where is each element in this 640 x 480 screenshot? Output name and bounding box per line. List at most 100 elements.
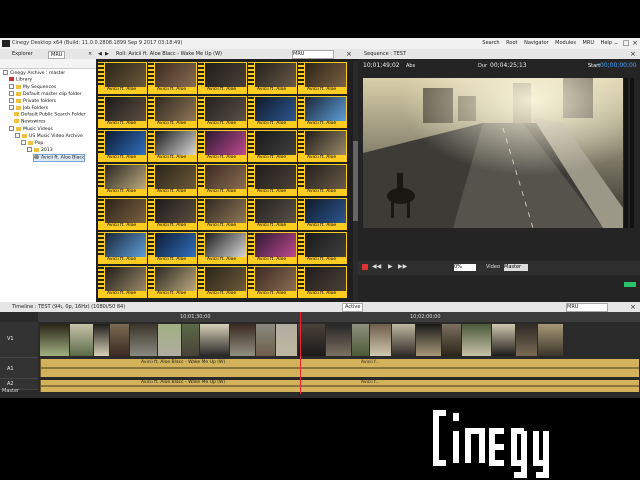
tree-node-pop[interactable]: Pop <box>21 140 43 146</box>
clip-thumbnail[interactable]: Avicii ft. Aloe <box>148 164 197 196</box>
clip-thumbnail[interactable]: Avicii ft. Aloe <box>98 164 147 196</box>
clip-thumbnail[interactable]: Avicii ft. Aloe <box>298 62 347 94</box>
back-icon[interactable]: ◀ <box>98 51 102 57</box>
clip-thumbnail[interactable]: Avicii ft. Aloe <box>148 130 197 162</box>
mark-out-icon[interactable]: ▶▶ <box>398 263 407 270</box>
tree-node-music-videos[interactable]: Music Videos <box>9 126 53 132</box>
video-clip[interactable] <box>416 324 441 356</box>
video-clip[interactable] <box>492 324 515 356</box>
tree-node-avicii-selected[interactable]: Avicii ft. Aloe Blacc <box>33 154 86 162</box>
close-icon[interactable]: × <box>630 50 636 58</box>
clip-thumbnail[interactable]: Avicii ft. Aloe <box>298 96 347 128</box>
video-clip[interactable] <box>70 324 93 356</box>
tree-node-private-folders[interactable]: Private folders <box>9 98 56 104</box>
menu-item-help[interactable]: Help <box>601 40 612 46</box>
menu-item-search[interactable]: Search <box>482 40 499 46</box>
audio-clip-a2[interactable]: Avicii ft. Aloe Blacc - Wake Me Up (W) A… <box>40 380 639 392</box>
clip-thumbnail[interactable]: Avicii ft. Aloe <box>248 96 297 128</box>
video-clip[interactable] <box>392 324 415 356</box>
video-clip[interactable] <box>200 324 229 356</box>
video-clip[interactable] <box>298 324 325 356</box>
video-clip[interactable] <box>94 324 109 356</box>
clip-thumbnail[interactable]: Avicii ft. Aloe <box>248 130 297 162</box>
clip-thumbnail[interactable]: Avicii ft. Aloe <box>248 164 297 196</box>
video-clip[interactable] <box>276 324 297 356</box>
video-clip[interactable] <box>326 324 351 356</box>
clip-thumbnail[interactable]: Avicii ft. Aloe <box>298 198 347 230</box>
bin-mru-dropdown[interactable]: MRU <box>292 50 334 59</box>
clip-thumbnail[interactable]: Avicii ft. Aloe <box>148 232 197 264</box>
video-clip[interactable] <box>40 324 69 356</box>
record-icon[interactable] <box>362 264 368 270</box>
tree-node-my-sequences[interactable]: My Sequences <box>9 84 56 90</box>
clip-thumbnail[interactable]: Avicii ft. Aloe <box>148 266 197 298</box>
clip-thumbnail[interactable]: Avicii ft. Aloe <box>98 96 147 128</box>
monitor-dropdown[interactable]: Master <box>504 264 528 271</box>
clip-thumbnail[interactable]: Avicii ft. Aloe <box>198 164 247 196</box>
clip-thumbnail[interactable]: Avicii ft. Aloe <box>248 62 297 94</box>
clip-thumbnail[interactable]: Avicii ft. Aloe <box>298 266 347 298</box>
clip-thumbnail[interactable]: Avicii ft. Aloe <box>248 198 297 230</box>
clip-thumbnail[interactable]: Avicii ft. Aloe <box>148 62 197 94</box>
clip-thumbnail[interactable]: Avicii ft. Aloe <box>98 198 147 230</box>
close-icon[interactable]: × <box>88 51 92 57</box>
tree-node-default-master-clip[interactable]: Default master clip folder <box>9 91 82 97</box>
clip-thumbnail[interactable]: Avicii ft. Aloe <box>98 232 147 264</box>
menu-item-navigator[interactable]: Navigator <box>524 40 548 46</box>
tree-node-public-search[interactable]: Default Public Search Folder <box>14 112 86 118</box>
video-clip[interactable] <box>182 324 199 356</box>
clip-thumbnail[interactable]: Avicii ft. Aloe <box>248 266 297 298</box>
video-clip[interactable] <box>352 324 369 356</box>
close-icon[interactable]: × <box>630 303 636 311</box>
clip-thumbnail[interactable]: Avicii ft. Aloe <box>198 266 247 298</box>
video-clip[interactable] <box>516 324 537 356</box>
minimize-button[interactable]: – <box>612 39 620 47</box>
clip-thumbnail[interactable]: Avicii ft. Aloe <box>198 198 247 230</box>
maximize-button[interactable]: □ <box>622 39 630 47</box>
menu-item-modules[interactable]: Modules <box>555 40 576 46</box>
video-clip[interactable] <box>538 324 563 356</box>
forward-icon[interactable]: ▶ <box>105 51 109 57</box>
clip-thumbnail[interactable]: Avicii ft. Aloe <box>98 62 147 94</box>
zoom-field[interactable]: 0% <box>454 264 476 271</box>
video-clip[interactable] <box>158 324 181 356</box>
audio-clip-a1[interactable]: Avicii ft. Aloe Blacc - Wake Me Up (W) A… <box>40 359 639 377</box>
timecode-mode[interactable]: Abs <box>406 63 415 69</box>
clip-thumbnail[interactable]: Avicii ft. Aloe <box>198 96 247 128</box>
clip-thumbnail[interactable]: Avicii ft. Aloe <box>198 130 247 162</box>
tree-node-library[interactable]: Library <box>9 77 32 83</box>
video-clip[interactable] <box>442 324 461 356</box>
video-clip[interactable] <box>370 324 391 356</box>
timeline-ruler[interactable]: 10;01;30;00 10;02;00;00 <box>38 312 640 322</box>
video-clip[interactable] <box>462 324 491 356</box>
menu-item-root[interactable]: Root <box>506 40 517 46</box>
clip-thumbnail[interactable]: Avicii ft. Aloe <box>148 198 197 230</box>
video-clip[interactable] <box>110 324 129 356</box>
explorer-mru-dropdown[interactable]: MRU <box>48 51 66 59</box>
clip-thumbnail[interactable]: Avicii ft. Aloe <box>148 96 197 128</box>
clip-thumbnail[interactable]: Avicii ft. Aloe <box>248 232 297 264</box>
clip-thumbnail[interactable]: Avicii ft. Aloe <box>98 130 147 162</box>
close-button[interactable]: × <box>631 39 639 47</box>
video-clip[interactable] <box>256 324 275 356</box>
clip-thumbnail[interactable]: Avicii ft. Aloe <box>198 232 247 264</box>
tree-node-2013[interactable]: 2013 <box>27 147 53 153</box>
tree-node-job-folders[interactable]: Job Folders <box>9 105 48 111</box>
mark-in-icon[interactable]: ◀◀ <box>372 263 381 270</box>
track-header-v1[interactable]: V1 <box>0 322 38 358</box>
playhead[interactable] <box>300 312 301 394</box>
clip-thumbnail[interactable]: Avicii ft. Aloe <box>98 266 147 298</box>
timeline-mru-dropdown[interactable]: MRU <box>566 303 608 312</box>
track-header-a1[interactable]: A1 <box>0 358 38 379</box>
clip-thumbnail[interactable]: Avicii ft. Aloe <box>298 130 347 162</box>
tree-node-root[interactable]: Cinegy Archive : master <box>3 70 65 76</box>
clip-thumbnail[interactable]: Avicii ft. Aloe <box>198 62 247 94</box>
menu-item-mru[interactable]: MRU <box>583 40 594 46</box>
tree-node-newswires[interactable]: Newswires <box>14 119 45 125</box>
close-icon[interactable]: × <box>346 50 352 58</box>
tree-node-us-music-video-archive[interactable]: US Music Video Archive <box>15 133 83 139</box>
play-icon[interactable]: ▶ <box>388 263 393 270</box>
active-toggle[interactable]: Active <box>342 303 364 312</box>
video-clip[interactable] <box>130 324 157 356</box>
clip-thumbnail[interactable]: Avicii ft. Aloe <box>298 232 347 264</box>
